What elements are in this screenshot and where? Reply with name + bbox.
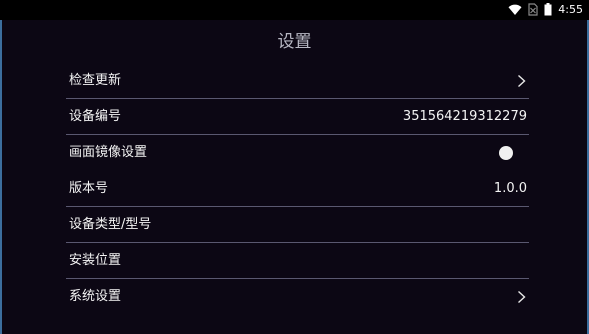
wifi-icon: [508, 1, 522, 20]
no-sim-icon: [528, 1, 538, 20]
version-value: 1.0.0: [493, 180, 527, 196]
row-label: 版本号: [69, 180, 109, 196]
row-label: 安装位置: [69, 252, 122, 268]
settings-row-device-id[interactable]: 设备编号 351564219312279: [66, 99, 529, 135]
row-label: 检查更新: [69, 72, 122, 88]
settings-row-system-settings[interactable]: 系统设置: [66, 279, 529, 315]
row-label: 画面镜像设置: [69, 144, 148, 160]
mirror-toggle[interactable]: [499, 145, 513, 160]
page-title: 设置: [277, 32, 312, 52]
status-bar: 4:55: [0, 0, 589, 20]
row-label: 设备编号: [69, 108, 122, 124]
left-edge-accent: [0, 20, 2, 334]
status-icons: 4:55: [508, 2, 583, 18]
row-label: 系统设置: [69, 289, 122, 304]
device-id-value: 351564219312279: [402, 108, 527, 124]
status-time: 4:55: [558, 3, 583, 16]
chevron-right-icon: [515, 289, 527, 305]
settings-row-version[interactable]: 版本号 1.0.0: [66, 171, 529, 207]
battery-icon: [544, 1, 552, 20]
settings-row-install-location[interactable]: 安装位置: [66, 243, 529, 279]
settings-row-check-update[interactable]: 检查更新: [66, 63, 529, 99]
row-label: 设备类型/型号: [69, 216, 152, 232]
settings-row-device-type[interactable]: 设备类型/型号: [66, 207, 529, 243]
settings-row-screen-mirror[interactable]: 画面镜像设置: [66, 135, 529, 171]
settings-list: 检查更新 设备编号 351564219312279 画面镜像设置 版本号 1.0…: [66, 63, 529, 315]
chevron-right-icon: [515, 73, 527, 89]
